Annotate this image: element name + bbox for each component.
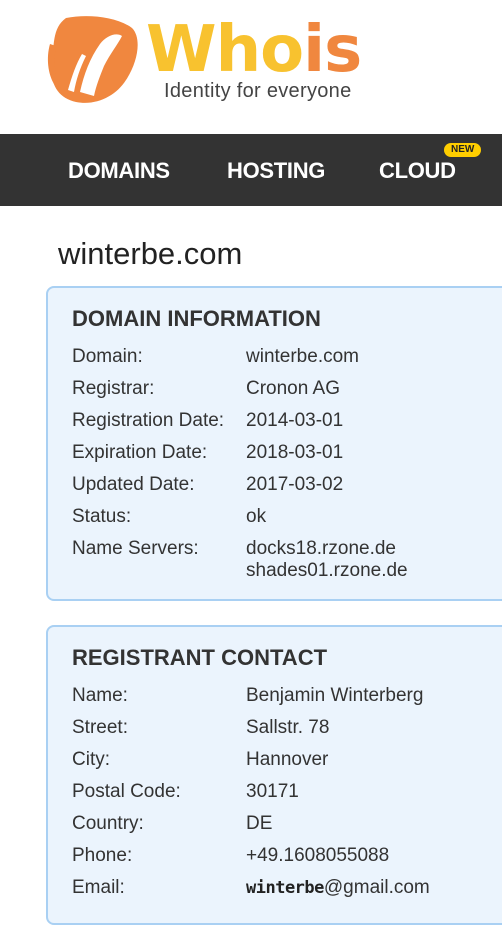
name-server-1: docks18.rzone.de (246, 538, 396, 559)
name-server-2: shades01.rzone.de (246, 560, 408, 581)
city-label: City: (72, 749, 110, 770)
postal-code-label: Postal Code: (72, 781, 181, 802)
name-servers-label: Name Servers: (72, 538, 199, 559)
email-value: winterbe@gmail.com (246, 877, 430, 899)
country-value: DE (246, 813, 273, 834)
email-domain: @gmail.com (323, 877, 430, 898)
phone-value: +49.1608055088 (246, 845, 390, 866)
expiration-date-value: 2018-03-01 (246, 442, 344, 463)
domain-information-heading: DOMAIN INFORMATION (72, 306, 321, 331)
email-username-image: winterbe (246, 878, 324, 898)
whois-logo[interactable]: Whois Identity for everyone (46, 14, 386, 114)
whois-hand-logo-icon (47, 16, 138, 103)
main-nav: DOMAINS HOSTING CLOUD (0, 134, 502, 206)
domain-label: Domain: (72, 346, 143, 367)
nav-cloud[interactable]: CLOUD (379, 158, 456, 184)
name-servers-value: docks18.rzone.de shades01.rzone.de (246, 538, 408, 582)
street-label: Street: (72, 717, 128, 738)
street-value: Sallstr. 78 (246, 717, 330, 738)
logo-wordmark: Whois (146, 13, 362, 87)
status-value: ok (246, 506, 267, 527)
nav-domains[interactable]: DOMAINS (68, 158, 170, 184)
registrar-label: Registrar: (72, 378, 155, 399)
postal-code-value: 30171 (246, 781, 299, 802)
phone-label: Phone: (72, 845, 133, 866)
logo-tagline: Identity for everyone (164, 80, 352, 102)
status-label: Status: (72, 506, 132, 527)
expiration-date-label: Expiration Date: (72, 442, 208, 463)
updated-date-label: Updated Date: (72, 474, 195, 495)
page-title: winterbe.com (58, 236, 243, 271)
nav-hosting[interactable]: HOSTING (227, 158, 325, 184)
registration-date-label: Registration Date: (72, 410, 225, 431)
updated-date-value: 2017-03-02 (246, 474, 344, 495)
name-label: Name: (72, 685, 128, 706)
registrant-contact-card: REGISTRANT CONTACT Name: Benjamin Winter… (46, 625, 502, 925)
registration-date-value: 2014-03-01 (246, 410, 344, 431)
email-label: Email: (72, 877, 125, 898)
name-value: Benjamin Winterberg (246, 685, 424, 706)
domain-value: winterbe.com (246, 346, 359, 367)
city-value: Hannover (246, 749, 329, 770)
country-label: Country: (72, 813, 144, 834)
domain-information-card: DOMAIN INFORMATION Domain: winterbe.com … (46, 286, 502, 601)
registrar-value: Cronon AG (246, 378, 340, 399)
registrant-contact-heading: REGISTRANT CONTACT (72, 645, 328, 670)
new-badge: NEW (444, 143, 482, 157)
